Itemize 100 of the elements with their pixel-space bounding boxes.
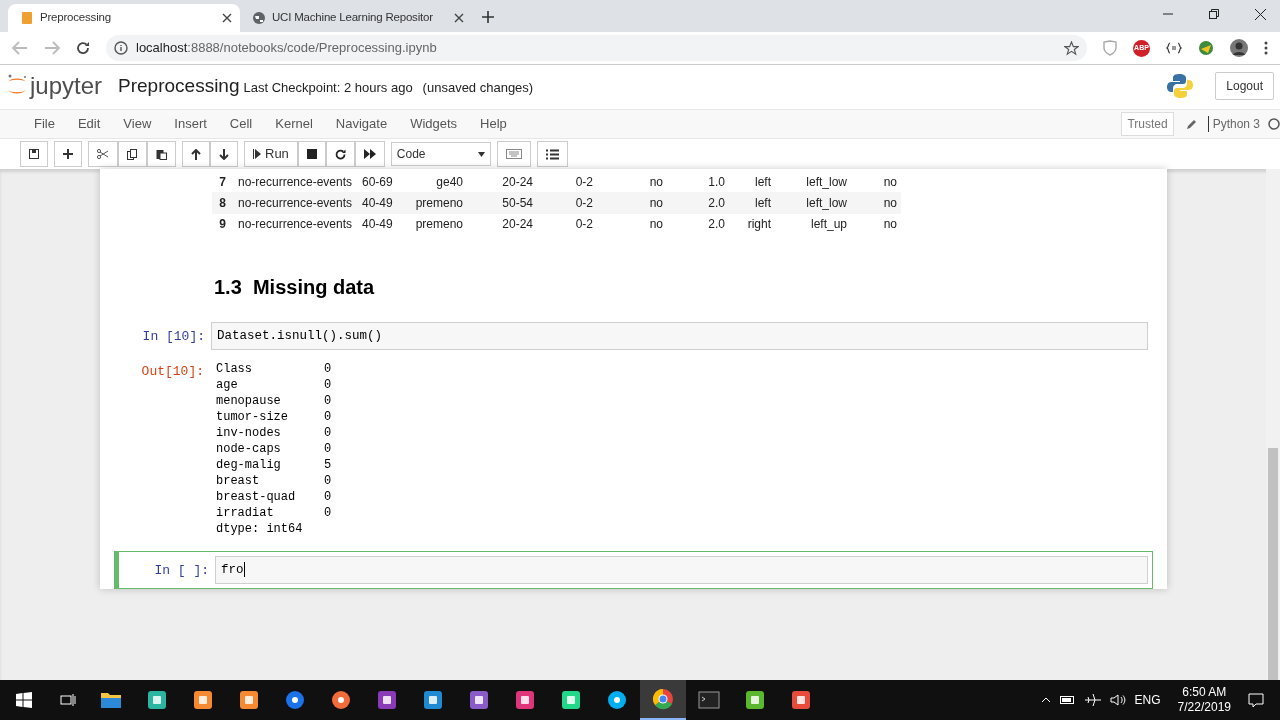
series-label: Class [216,361,253,377]
windows-start-icon[interactable] [16,692,32,708]
app-icon [285,690,305,710]
move-up-button[interactable] [182,141,210,167]
series-value: 5 [324,457,332,473]
globe-icon[interactable] [1198,40,1214,56]
table-cell-text: no-recurrence-events [238,195,354,212]
table-cell-text: no [648,195,663,212]
arrow-down-icon [219,148,229,160]
cell-type-select[interactable]: Code [390,142,491,166]
avatar-icon[interactable] [1230,39,1248,57]
table-cell-text: 2.0 [707,216,725,234]
series-label: irradiat [216,505,275,521]
globe-icon [252,11,266,25]
folder-icon [100,691,122,709]
table-cell-text: premeno [414,195,463,212]
pencil-icon[interactable] [1185,118,1198,130]
clock-time[interactable]: 6:50 AM [1182,685,1227,700]
insert-cell-button[interactable] [54,141,82,167]
restart-button[interactable] [325,141,355,167]
restore-icon[interactable] [1209,9,1219,19]
paste-button[interactable] [147,141,176,167]
series-label: inv-nodes [216,425,282,441]
plus-icon [63,149,73,159]
menu-item[interactable]: Insert [164,114,217,134]
move-down-button[interactable] [210,141,238,167]
series-value: 0 [324,377,332,393]
code-cell[interactable]: In [10]: Dataset.isnull().sum() [114,317,1153,355]
autosave-status: (unsaved changes) [422,78,534,97]
cell-prompt: In [ ]: [153,562,210,580]
code-input[interactable]: Dataset.isnull().sum() [211,322,1148,350]
table-cell-text: no [882,173,897,191]
browser-tab[interactable]: Preprocessing [8,4,240,32]
trusted-badge[interactable]: Trusted [1121,112,1174,136]
table-cell-text: 20-24 [501,173,533,191]
scrollbar-thumb[interactable] [1268,448,1278,680]
list-icon [545,148,559,160]
menu-item[interactable]: Widgets [400,114,468,134]
copy-button[interactable] [118,141,147,167]
run-button[interactable]: Run [244,141,298,167]
table-cell-text: left_up [809,216,847,234]
browser-tab[interactable]: UCI Machine Learning Repositor [240,4,472,32]
menu-item[interactable]: Cell [219,114,263,134]
app-icon [515,690,535,710]
menu-item[interactable]: Edit [67,114,111,134]
table-cell-text: 0-2 [574,216,593,234]
menu-item[interactable]: Kernel [265,114,323,134]
app-icon [147,690,167,710]
stop-button[interactable] [297,141,326,167]
menu-item[interactable]: View [113,114,162,134]
table-cell-text: 40-49 [362,216,394,234]
chevron-up-icon[interactable] [1040,697,1051,703]
speaker-icon[interactable] [1109,694,1126,706]
airplane-icon[interactable] [1084,693,1101,707]
table-cell-text: left_low [805,173,847,191]
menu-icon[interactable] [1264,41,1268,55]
menu-item[interactable]: Navigate [325,114,398,134]
taskbar-app[interactable] [640,680,686,720]
close-icon[interactable] [1255,8,1266,20]
table-cell-text: 40-49 [362,195,394,212]
close-icon[interactable] [454,13,464,23]
menu-item[interactable]: Help [470,114,517,134]
braces-icon[interactable] [1166,42,1182,54]
cut-button[interactable] [88,141,118,167]
app-icon [239,690,259,710]
series-value: 0 [324,473,332,489]
keyboard-button[interactable] [496,141,531,167]
table-cell-text: 50-54 [501,195,533,212]
table-cell-text: no [882,216,897,234]
kernel-status-icon [1268,118,1280,130]
address-field[interactable]: localhost:8888/notebooks/code/Preprocessing.ipynb [106,35,1087,61]
save-icon [29,149,39,159]
table-cell-text: left [754,173,771,191]
code-input[interactable]: fro [215,556,1148,584]
input-language[interactable]: ENG [1134,691,1161,709]
notifications-icon[interactable] [1248,692,1264,708]
scissors-icon [97,149,109,159]
notebook-title[interactable]: Preprocessing [118,71,240,101]
close-icon[interactable] [222,13,232,23]
series-value: 0 [324,393,332,409]
star-icon[interactable] [1064,40,1079,56]
code-cell[interactable]: In [ ]: fro [114,551,1153,589]
clock-date[interactable]: 7/22/2019 [1177,700,1231,715]
table-cell-text: left_low [805,195,847,212]
series-label: menopause [216,393,282,409]
fast-forward-button[interactable] [354,141,385,167]
save-button[interactable] [20,141,48,167]
battery-icon[interactable] [1059,695,1076,705]
row-index: 8 [218,195,226,212]
caret-icon [477,151,485,157]
menu-item[interactable]: File [24,114,65,134]
reload-icon[interactable] [76,41,90,55]
reload-icon [334,148,346,160]
table-cell-text: no-recurrence-events [238,216,354,234]
series-value: 0 [324,441,332,457]
command-palette-button[interactable] [536,141,568,167]
logout-button[interactable]: Logout [1215,72,1274,100]
new-tab-icon[interactable] [482,11,494,23]
app-icon [791,690,811,710]
task-view-icon[interactable] [60,693,76,707]
